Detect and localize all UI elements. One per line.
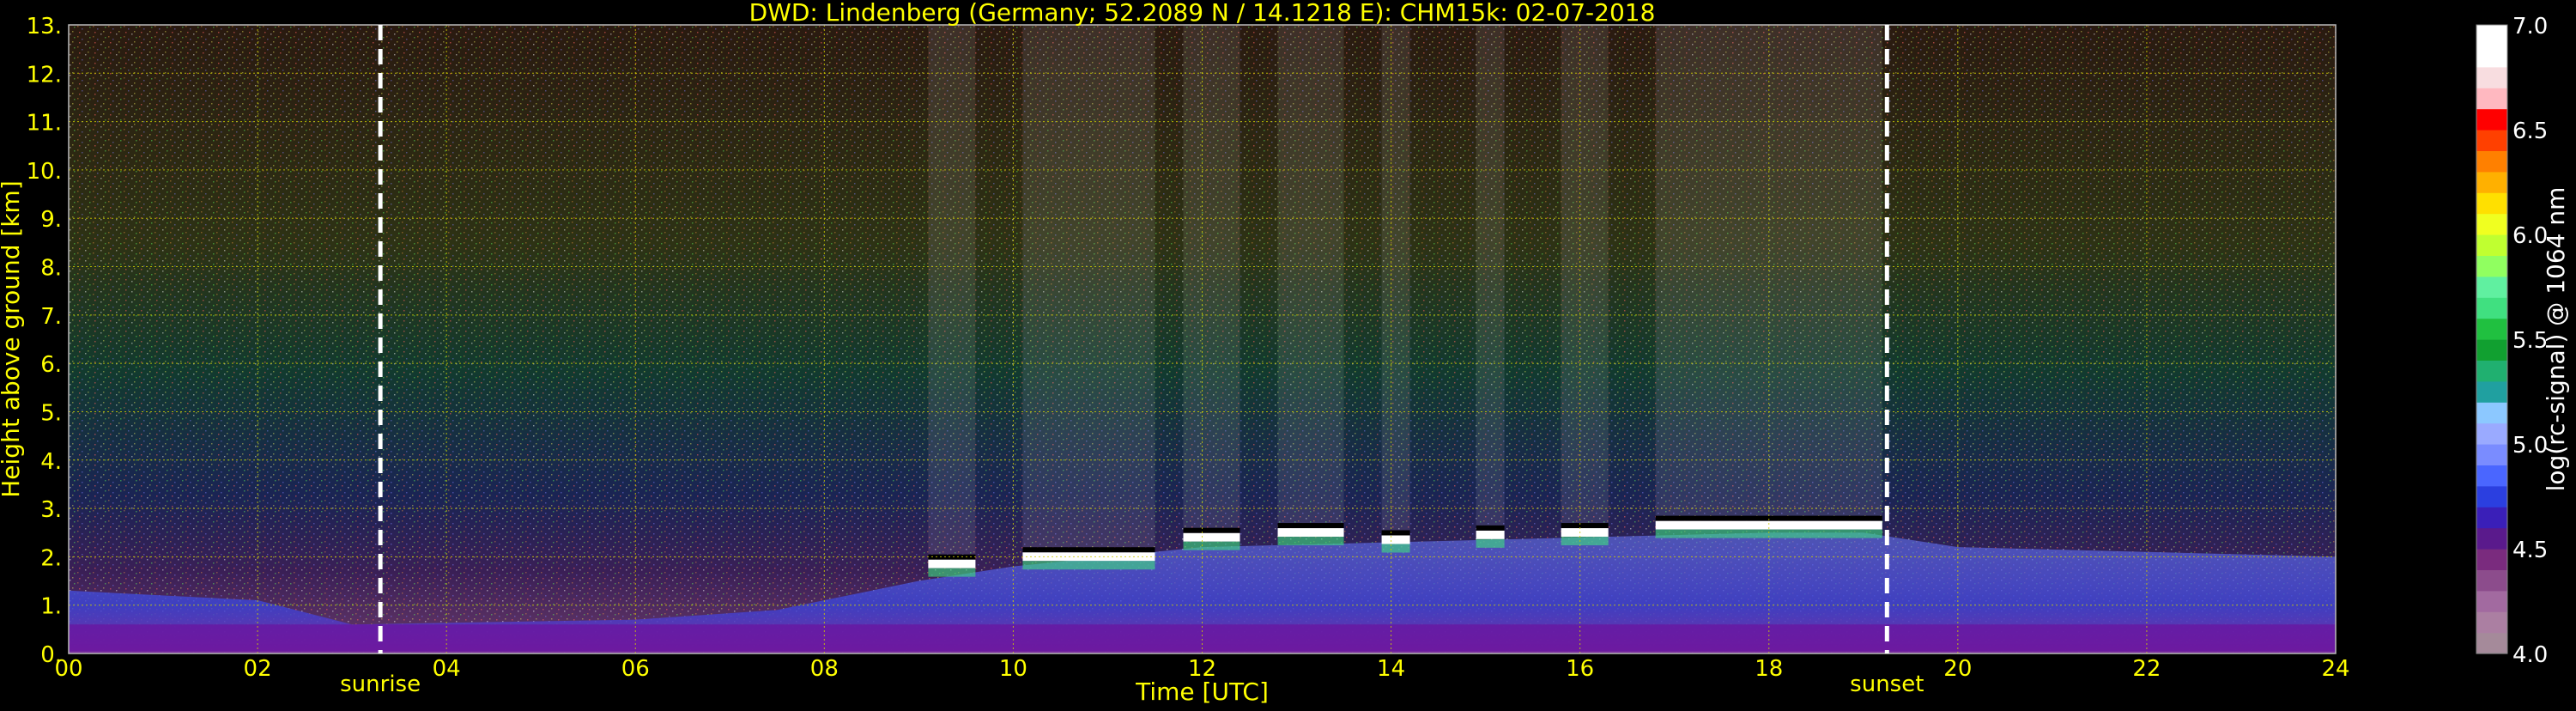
cloud-base-3 (1277, 528, 1344, 538)
sunset-label: sunset (1850, 672, 1924, 697)
colorbar-segment-6 (2476, 507, 2507, 529)
colorbar-segment-5 (2476, 527, 2507, 550)
y-tick-label-12: 12. (27, 62, 62, 88)
cloud-green-edge-6 (1561, 537, 1609, 546)
colorbar-segment-14 (2476, 339, 2507, 361)
cloud-streak-2 (1183, 25, 1240, 540)
cloud-streak-3 (1277, 25, 1344, 536)
cloud-base-1 (1022, 552, 1155, 562)
colorbar-segment-2 (2476, 590, 2507, 612)
x-tick-label-5: 10 (999, 656, 1027, 682)
colorbar-tick-label-5: 6.5 (2512, 118, 2548, 144)
cloud-top-edge-1 (1022, 547, 1155, 553)
colorbar-segment-18 (2476, 255, 2507, 277)
cloud-green-edge-5 (1476, 538, 1505, 548)
colorbar-segment-13 (2476, 360, 2507, 382)
sunrise-label: sunrise (340, 672, 421, 697)
lidar-chart: sunrise sunset 00 02 04 06 08 10 12 14 16 18 20 22 24 0… (0, 0, 2576, 708)
colorbar-segment-17 (2476, 276, 2507, 298)
colorbar-segment-4 (2476, 549, 2507, 570)
colorbar-segment-28 (2476, 46, 2507, 68)
colorbar-tick-label-0: 4.0 (2512, 642, 2548, 668)
colorbar-segment-0 (2476, 632, 2507, 654)
y-tick-label-3: 3. (40, 497, 62, 523)
colorbar-segment-25 (2476, 108, 2507, 131)
colorbar-segment-29 (2476, 25, 2507, 46)
y-tick-label-10: 10. (27, 159, 62, 185)
y-tick-label-11: 11. (27, 111, 62, 137)
colorbar-segment-10 (2476, 422, 2507, 445)
colorbar-segment-23 (2476, 150, 2507, 173)
colorbar-segment-15 (2476, 318, 2507, 340)
cloud-base-5 (1476, 530, 1505, 539)
cloud-streak-4 (1381, 25, 1410, 543)
y-tick-label-9: 9. (40, 207, 62, 233)
colorbar-segment-27 (2476, 66, 2507, 88)
cloud-streak-0 (928, 25, 976, 567)
chart-title: DWD: Lindenberg (Germany; 52.2089 N / 14… (749, 0, 1656, 27)
x-tick-label-11: 22 (2132, 656, 2161, 682)
colorbar-segment-8 (2476, 465, 2507, 487)
cloud-green-edge-3 (1277, 537, 1344, 546)
y-tick-label-8: 8. (40, 256, 62, 282)
colorbar-segment-7 (2476, 485, 2507, 507)
y-tick-label-1: 1. (40, 594, 62, 620)
colorbar-tick-label-1: 4.5 (2512, 538, 2548, 563)
cloud-base-0 (928, 559, 976, 568)
surface-aerosol-layer (69, 624, 2336, 652)
colorbar-segment-21 (2476, 192, 2507, 215)
y-tick-label-0: 0. (40, 642, 62, 668)
x-tick-label-9: 18 (1755, 656, 1783, 682)
colorbar-segment-22 (2476, 171, 2507, 193)
cloud-top-edge-5 (1476, 525, 1505, 531)
y-tick-label-5: 5. (40, 400, 62, 426)
colorbar-tick-label-6: 7.0 (2512, 14, 2548, 40)
cloud-top-edge-4 (1381, 530, 1410, 536)
cloud-green-edge-4 (1381, 544, 1410, 553)
x-axis-label: Time [UTC] (1135, 678, 1269, 706)
cloud-base-6 (1561, 528, 1609, 538)
chart-svg: sunrise sunset00 02 04 06 08 10 12 14 16 18 20 22 240… (0, 0, 2570, 706)
x-tick-label-1: 02 (244, 656, 272, 682)
cloud-base-4 (1381, 535, 1410, 544)
cloud-top-edge-3 (1277, 523, 1344, 529)
colorbar-segment-26 (2476, 88, 2507, 110)
colorbar-segment-16 (2476, 297, 2507, 319)
colorbar-segment-24 (2476, 130, 2507, 151)
cloud-green-edge-0 (928, 568, 976, 577)
cloud-streak-5 (1476, 25, 1505, 538)
colorbar-segment-3 (2476, 569, 2507, 592)
colorbar-segment-1 (2476, 611, 2507, 634)
y-tick-label-6: 6. (40, 352, 62, 378)
cloud-streak-1 (1022, 25, 1155, 560)
x-tick-label-4: 08 (810, 656, 839, 682)
x-tick-label-7: 14 (1377, 656, 1405, 682)
y-tick-label-13: 13. (27, 14, 62, 40)
cloud-streak-7 (1655, 25, 1882, 528)
cloud-top-edge-2 (1183, 527, 1240, 533)
cloud-base-2 (1183, 532, 1240, 542)
colorbar-segment-19 (2476, 234, 2507, 256)
cloud-top-edge-6 (1561, 523, 1609, 529)
colorbar-segment-9 (2476, 444, 2507, 465)
x-tick-label-2: 04 (433, 656, 461, 682)
y-axis-label: Height above ground [km] (0, 180, 25, 498)
colorbar-segment-12 (2476, 380, 2507, 403)
colorbar-segment-11 (2476, 402, 2507, 424)
cloud-top-edge-0 (928, 554, 976, 560)
x-tick-label-3: 06 (621, 656, 650, 682)
x-tick-label-8: 16 (1566, 656, 1594, 682)
x-tick-label-12: 24 (2321, 656, 2349, 682)
y-tick-label-7: 7. (40, 304, 62, 330)
cloud-streak-6 (1561, 25, 1609, 536)
y-tick-label-2: 2. (40, 545, 62, 571)
y-tick-label-4: 4. (40, 449, 62, 475)
x-tick-label-10: 20 (1943, 656, 1972, 682)
colorbar-segment-20 (2476, 213, 2507, 235)
cloud-green-edge-2 (1183, 541, 1240, 550)
cloud-green-edge-1 (1022, 561, 1155, 570)
colorbar-label: log(rc-signal) @ 1064 nm (2542, 187, 2570, 492)
